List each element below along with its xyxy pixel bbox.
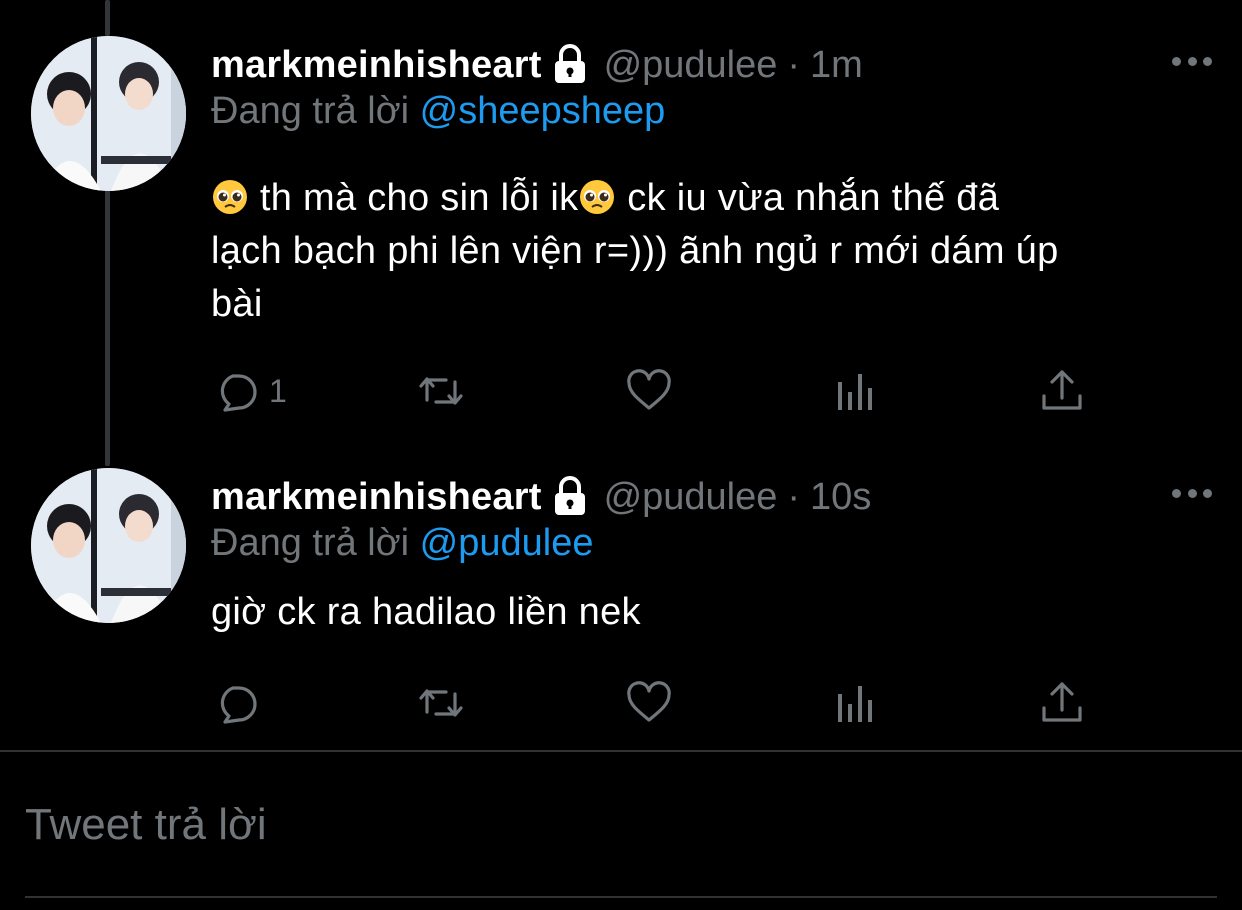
retweet-icon [419, 689, 463, 717]
analytics-icon [838, 686, 872, 722]
compose-underline [25, 896, 1217, 898]
reply-icon [220, 686, 257, 724]
like-icon [627, 681, 671, 722]
replying-to-label: Đang trả lời [211, 90, 410, 132]
reply-compose-input[interactable]: Tweet trả lời [25, 800, 267, 850]
tweet-2[interactable]: markmeinhisheart @pudulee · 10s Đang trả… [0, 466, 1242, 750]
pleading-face-emoji [578, 178, 616, 216]
tweet-header: markmeinhisheart @pudulee · 1m [211, 40, 1212, 90]
reply-count: 1 [269, 372, 287, 409]
retweet-icon [419, 377, 463, 405]
user-handle[interactable]: @pudulee [604, 44, 778, 87]
separator-dot: · [787, 43, 801, 86]
like-button[interactable] [624, 678, 674, 728]
like-button[interactable] [624, 366, 674, 416]
more-options-icon[interactable] [1172, 478, 1212, 508]
analytics-button[interactable] [831, 678, 881, 728]
reply-button[interactable]: 1 [211, 366, 287, 416]
tweet-text-line: bài [211, 283, 263, 325]
separator-dot: · [787, 475, 801, 518]
retweet-button[interactable] [416, 366, 466, 416]
tweet-text: giờ ck ra hadilao liền nek [211, 586, 1190, 639]
share-icon [1042, 370, 1082, 410]
section-divider [0, 750, 1242, 752]
tweet-text-line: lạch bạch phi lên viện r=))) ãnh ngủ r m… [211, 230, 1059, 272]
replying-to: Đang trả lời @sheepsheep [211, 90, 665, 136]
tweet-text: th mà cho sin lỗi ik ck iu vừa nhắn thế … [211, 172, 1190, 331]
tweet-text-segment: th mà cho sin lỗi ik [249, 177, 579, 219]
more-options-icon[interactable] [1172, 46, 1212, 76]
timestamp[interactable]: 1m [810, 44, 863, 87]
tweet-text-line: giờ ck ra hadilao liền nek [211, 591, 641, 633]
analytics-button[interactable] [831, 366, 881, 416]
retweet-button[interactable] [416, 678, 466, 728]
tweet-actions [211, 678, 1091, 728]
mention-link[interactable]: @pudulee [420, 522, 594, 564]
lock-icon [550, 475, 590, 519]
avatar[interactable] [31, 36, 186, 191]
mention-link[interactable]: @sheepsheep [420, 90, 666, 132]
replying-to-label: Đang trả lời [211, 522, 410, 564]
timestamp[interactable]: 10s [810, 476, 871, 519]
analytics-icon [838, 374, 872, 410]
share-icon [1042, 682, 1082, 722]
tweet-thread-page: markmeinhisheart @pudulee · 1m Đang trả … [0, 0, 1242, 910]
pleading-face-emoji [211, 178, 249, 216]
share-button[interactable] [1037, 678, 1087, 728]
user-handle[interactable]: @pudulee [604, 476, 778, 519]
reply-button[interactable] [211, 678, 269, 728]
tweet-header: markmeinhisheart @pudulee · 10s [211, 472, 1212, 522]
reply-icon [220, 374, 257, 412]
like-icon [627, 369, 671, 410]
lock-icon [550, 43, 590, 87]
tweet-1[interactable]: markmeinhisheart @pudulee · 1m Đang trả … [0, 0, 1242, 440]
tweet-text-segment: ck iu vừa nhắn thế đã [616, 177, 1000, 219]
avatar[interactable] [31, 468, 186, 623]
tweet-actions: 1 [211, 366, 1091, 416]
display-name[interactable]: markmeinhisheart [211, 44, 542, 87]
display-name[interactable]: markmeinhisheart [211, 476, 542, 519]
tweet-text-line: th mà cho sin lỗi ik ck iu vừa nhắn thế … [211, 172, 1190, 225]
share-button[interactable] [1037, 366, 1087, 416]
replying-to: Đang trả lời @pudulee [211, 522, 594, 568]
